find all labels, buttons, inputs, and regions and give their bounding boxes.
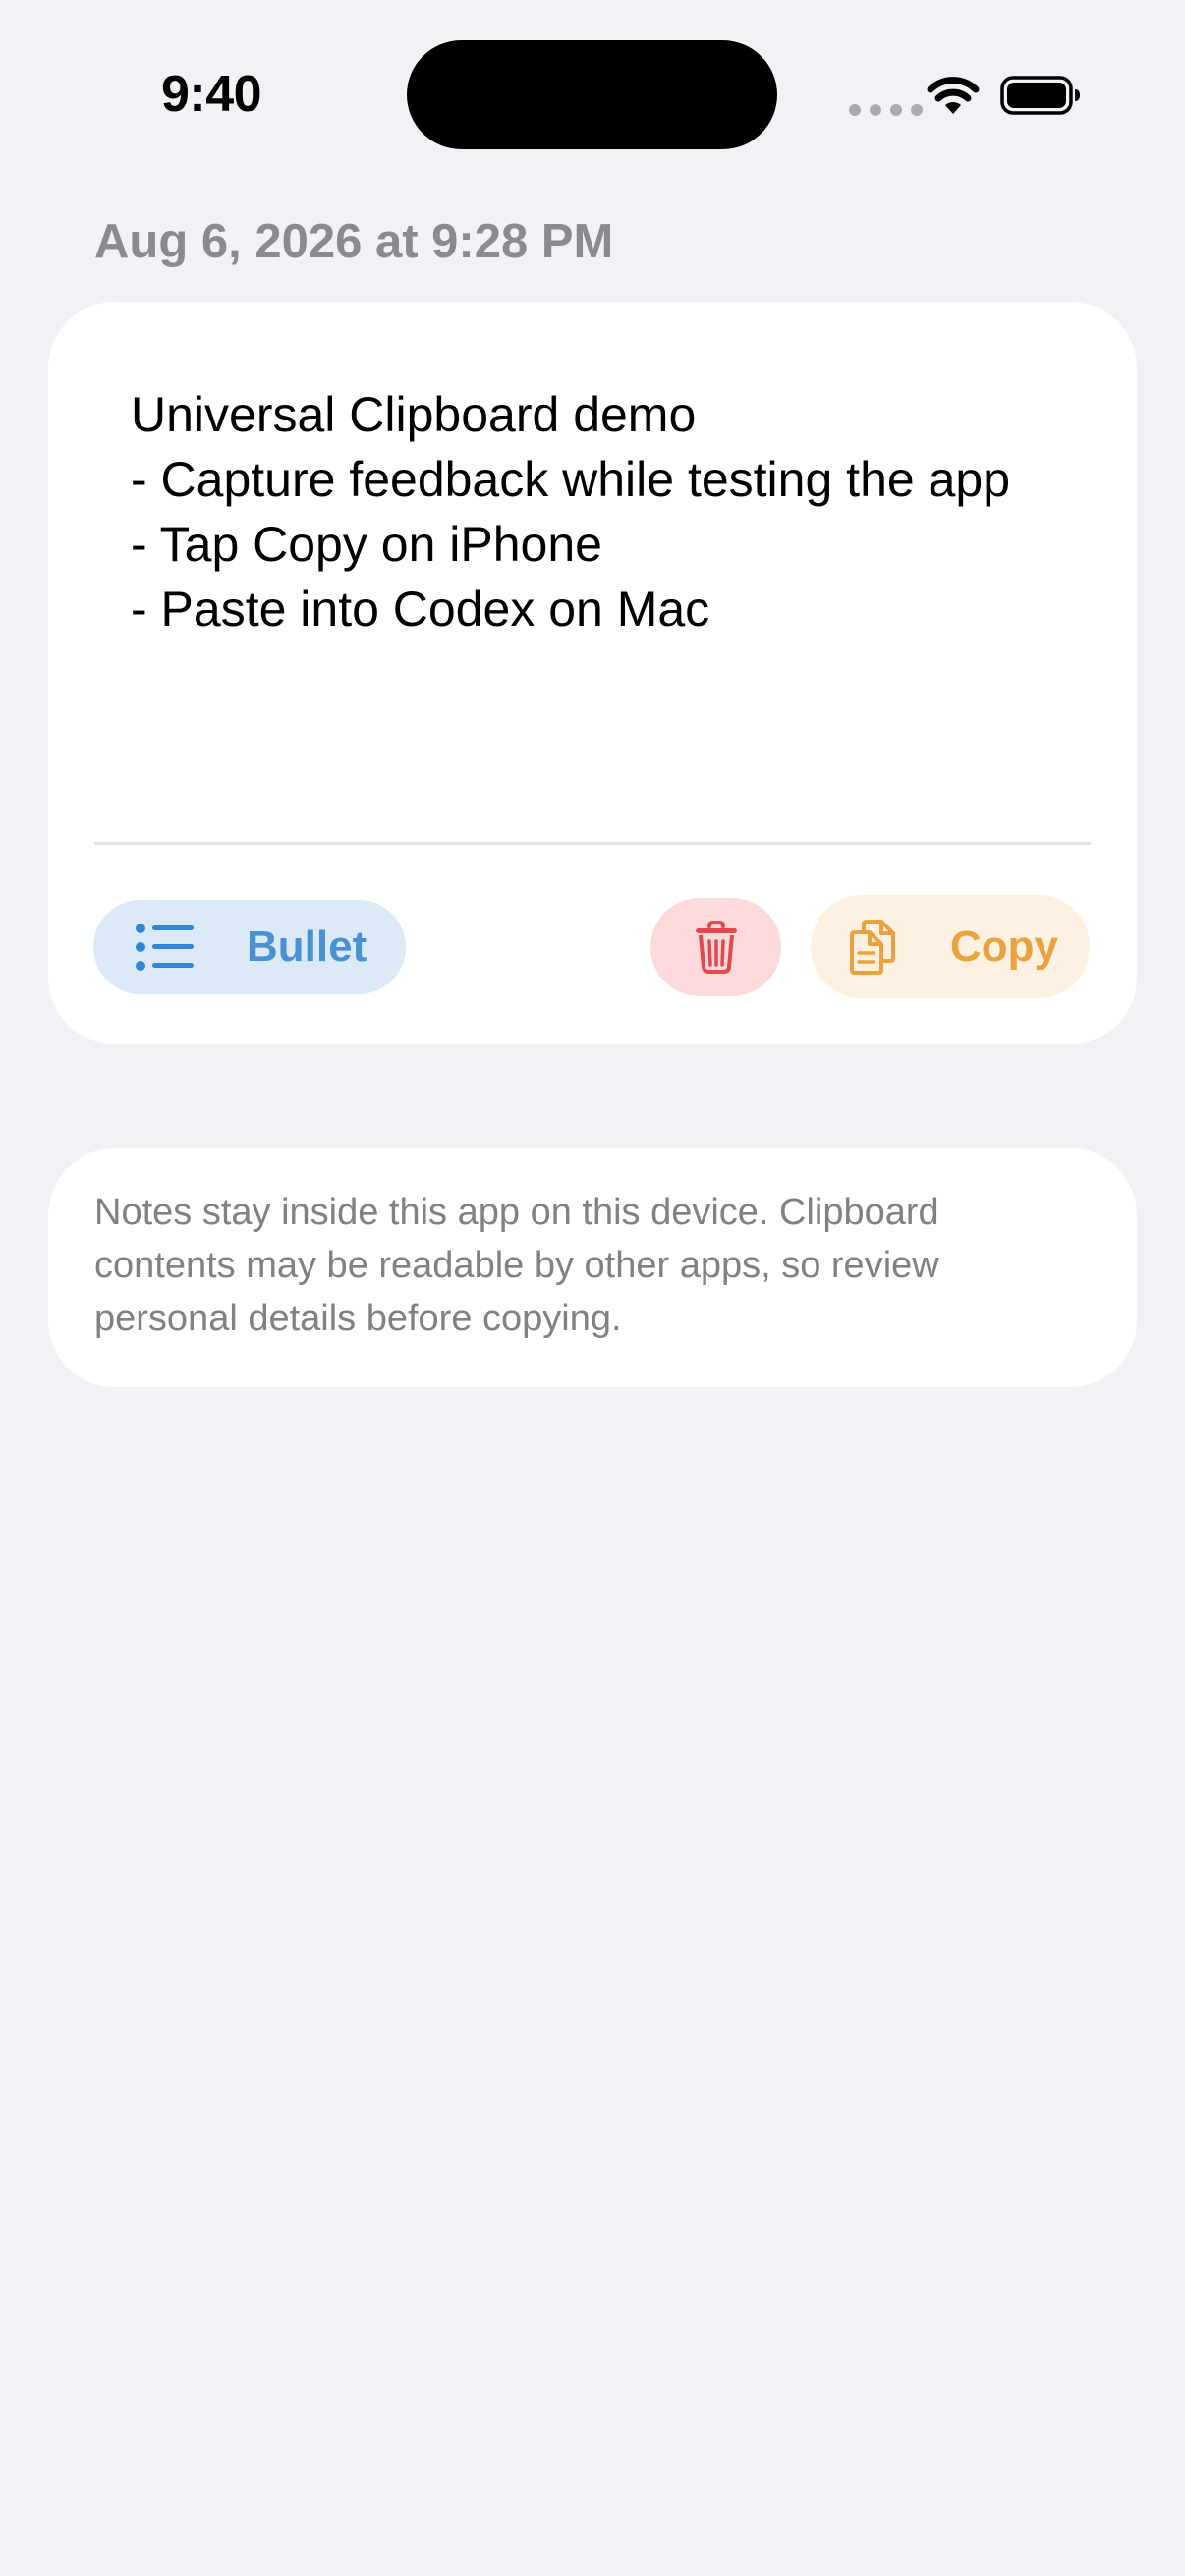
trash-icon xyxy=(695,921,737,974)
dynamic-island xyxy=(407,40,777,149)
note-date: Aug 6, 2026 at 9:28 PM xyxy=(94,215,614,268)
bullet-button[interactable]: Bullet xyxy=(93,900,406,994)
status-time: 9:40 xyxy=(161,66,262,123)
copy-button[interactable]: Copy xyxy=(811,895,1090,998)
status-bar: 9:40 xyxy=(0,0,1185,187)
doc-on-doc-icon xyxy=(850,919,895,975)
delete-button[interactable] xyxy=(650,898,781,996)
privacy-notice-text: Notes stay inside this app on this devic… xyxy=(94,1192,939,1339)
wifi-icon xyxy=(927,77,980,114)
divider xyxy=(94,842,1091,845)
battery-icon xyxy=(1000,76,1080,115)
list-bullet-icon xyxy=(136,924,194,971)
note-text-editor[interactable]: Universal Clipboard demo - Capture feedb… xyxy=(131,382,1094,642)
privacy-notice-card: Notes stay inside this app on this devic… xyxy=(48,1148,1137,1387)
bullet-button-label: Bullet xyxy=(247,923,367,971)
cellular-signal-icon xyxy=(849,104,923,116)
note-card: Universal Clipboard demo - Capture feedb… xyxy=(48,302,1137,1044)
copy-button-label: Copy xyxy=(950,922,1058,971)
